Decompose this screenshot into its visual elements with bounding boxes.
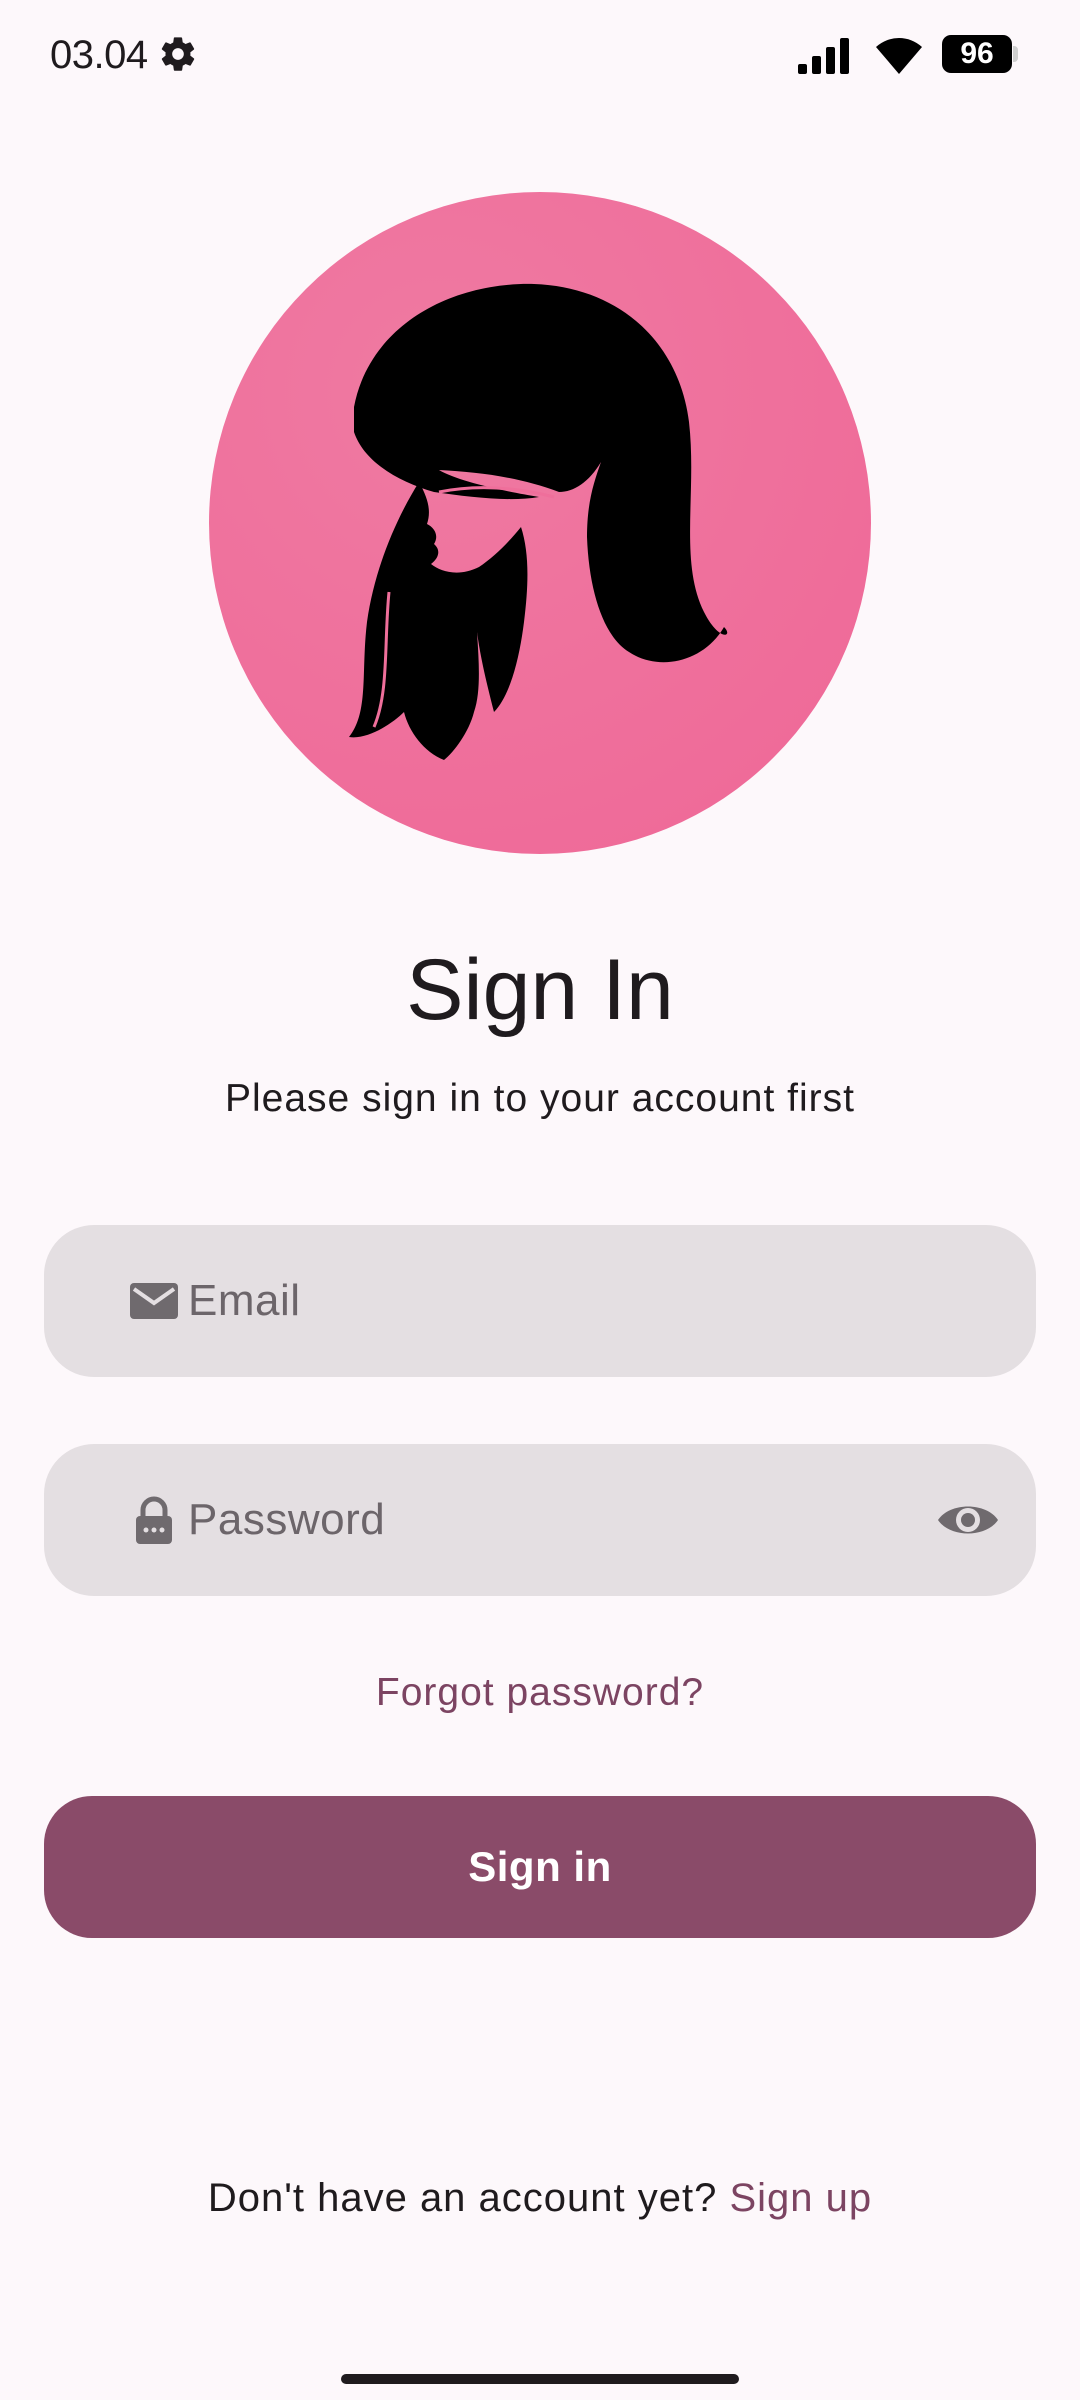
- mail-icon: [130, 1283, 178, 1319]
- signup-prompt-text: Don't have an account yet?: [207, 2176, 730, 2220]
- page-subtitle: Please sign in to your account first: [225, 1077, 855, 1120]
- password-placeholder: Password: [188, 1495, 386, 1544]
- battery-icon: 96: [942, 35, 1018, 73]
- forgot-password-link[interactable]: Forgot password?: [0, 1668, 1080, 1718]
- battery-tip: [1013, 46, 1018, 62]
- status-time: 03.04: [50, 33, 148, 77]
- sign-in-button[interactable]: Sign in: [44, 1796, 1036, 1938]
- sign-up-link[interactable]: Sign up: [729, 2176, 872, 2220]
- signal-icon: [798, 38, 849, 74]
- home-indicator[interactable]: [341, 2374, 739, 2384]
- email-field[interactable]: Email: [44, 1225, 1036, 1377]
- signup-prompt: Don't have an account yet? Sign up: [0, 2172, 1080, 2224]
- gear-icon: [161, 37, 195, 71]
- battery-level: 96: [942, 35, 1012, 73]
- eye-icon[interactable]: [936, 1496, 1000, 1544]
- email-placeholder: Email: [188, 1276, 301, 1325]
- status-bar: 03.04 96: [0, 0, 1080, 110]
- wifi-icon: [876, 38, 922, 74]
- lock-icon: [136, 1496, 172, 1544]
- page-title: Sign In: [406, 942, 674, 1038]
- woman-silhouette-icon: [209, 192, 871, 854]
- password-field[interactable]: Password: [44, 1444, 1036, 1596]
